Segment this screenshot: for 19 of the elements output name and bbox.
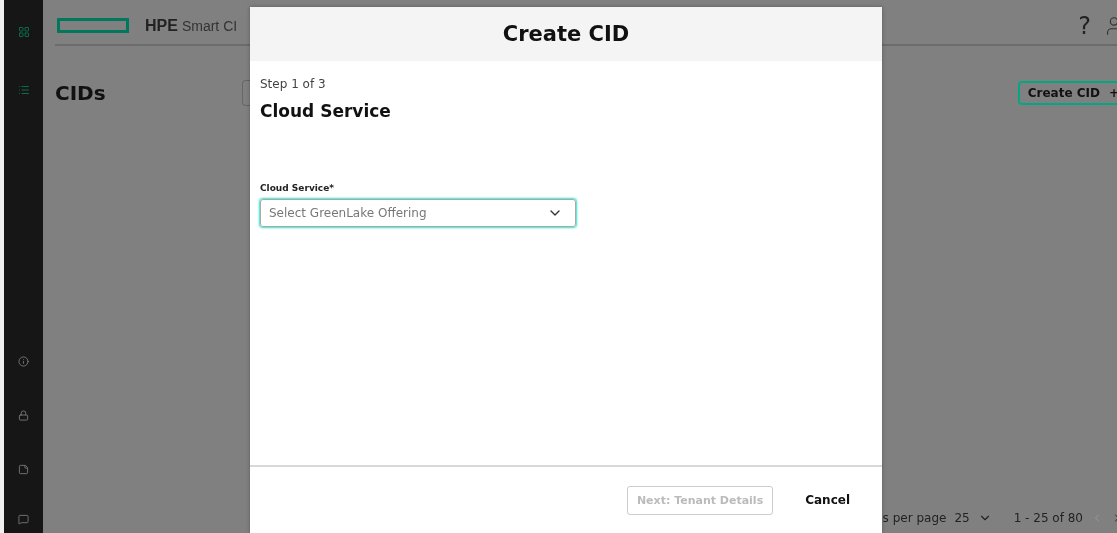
field-label: Cloud Service* [260,183,335,193]
create-cid-button[interactable]: Create CID + [1017,81,1117,105]
logo-icon [57,18,129,33]
page-title: CIDs [55,81,106,105]
section-heading: Cloud Service [260,101,392,121]
dialog-title: Create CID [502,22,630,46]
help-button[interactable]: ? [1078,11,1091,40]
page-range: 1 - 25 of 80 [1013,511,1083,525]
product-name: Smart CI [181,17,238,34]
rows-per-page-label: s per page [882,511,947,525]
brand-name: HPE [145,16,178,35]
chat-icon[interactable] [18,514,29,528]
cloud-service-select[interactable]: Select GreenLake Offering [260,199,576,227]
cancel-button[interactable]: Cancel [801,489,854,511]
grid-icon[interactable] [17,26,30,40]
rows-per-page-select[interactable]: 25 [954,511,992,525]
lock-icon[interactable] [18,410,29,424]
info-icon[interactable] [18,356,29,370]
step-indicator: Step 1 of 3 [260,77,327,91]
